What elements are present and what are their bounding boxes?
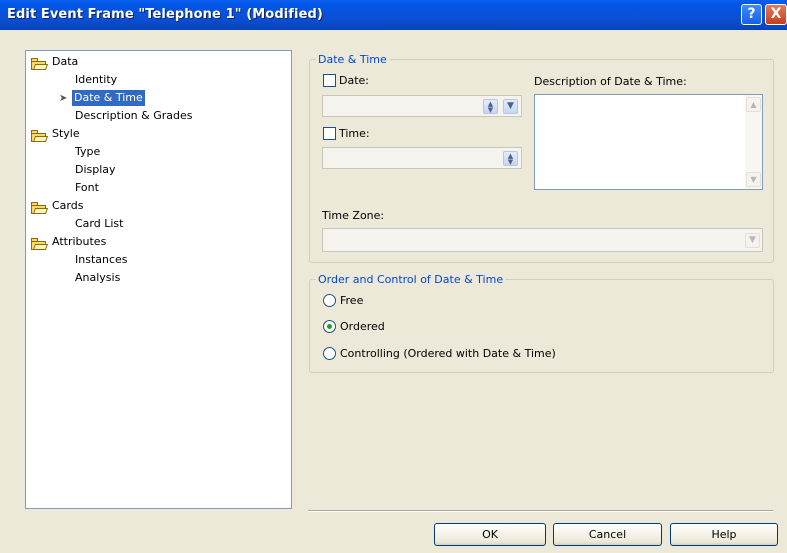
tree-item-display[interactable]: Display <box>75 162 116 178</box>
help-title-button[interactable]: ? <box>741 4 762 25</box>
date-field[interactable]: ▲ ▼ ▼ <box>322 95 522 117</box>
cancel-button[interactable]: Cancel <box>553 523 662 546</box>
time-spinner[interactable]: ▲ ▼ <box>503 151 518 166</box>
spin-arrows-icon: ▲ ▼ <box>507 152 514 166</box>
date-checkbox[interactable] <box>323 74 336 87</box>
folder-icon <box>31 58 49 70</box>
radio-controlling[interactable] <box>323 347 336 360</box>
button-separator <box>308 510 773 512</box>
folder-icon <box>31 238 49 250</box>
order-control-legend: Order and Control of Date & Time <box>316 273 506 286</box>
tree-item-identity[interactable]: Identity <box>75 72 117 88</box>
radio-free-label: Free <box>340 294 364 307</box>
title-bar: Edit Event Frame "Telephone 1" (Modified… <box>0 0 787 30</box>
description-textarea[interactable]: ▲ ▼ <box>534 94 763 190</box>
tree-item-date-time[interactable]: Date & Time <box>72 90 145 106</box>
spin-arrows-icon: ▲ ▼ <box>487 100 494 114</box>
time-label: Time: <box>339 127 370 140</box>
folder-icon <box>31 130 49 142</box>
description-label: Description of Date & Time: <box>534 75 687 88</box>
tree-item-analysis[interactable]: Analysis <box>75 270 120 286</box>
date-spinner[interactable]: ▲ ▼ <box>483 99 498 114</box>
date-label: Date: <box>339 74 369 87</box>
close-icon: X <box>770 6 782 22</box>
tree-item-instances[interactable]: Instances <box>75 252 128 268</box>
time-checkbox[interactable] <box>323 127 336 140</box>
tree-item-attributes[interactable]: Attributes <box>52 234 106 250</box>
selected-arrow-icon: ➤ <box>59 93 68 104</box>
question-icon: ? <box>747 6 756 22</box>
chevron-down-icon: ▼ <box>507 101 514 111</box>
description-scrollbar[interactable]: ▲ ▼ <box>745 95 762 189</box>
scroll-down-icon[interactable]: ▼ <box>746 172 761 187</box>
time-field[interactable]: ▲ ▼ <box>322 147 522 169</box>
timezone-label: Time Zone: <box>322 209 385 222</box>
tree-item-style[interactable]: Style <box>52 126 80 142</box>
ok-button[interactable]: OK <box>434 523 546 546</box>
radio-ordered[interactable] <box>323 320 336 333</box>
tree-item-type[interactable]: Type <box>75 144 100 160</box>
timezone-dropdown-button[interactable]: ▼ <box>745 233 760 248</box>
tree-item-description-grades[interactable]: Description & Grades <box>75 108 193 124</box>
window-title: Edit Event Frame "Telephone 1" (Modified… <box>7 7 323 22</box>
radio-controlling-label: Controlling (Ordered with Date & Time) <box>340 347 556 360</box>
timezone-select[interactable]: ▼ <box>322 228 763 252</box>
date-dropdown-button[interactable]: ▼ <box>503 99 518 114</box>
tree-item-data[interactable]: Data <box>52 54 78 70</box>
chevron-down-icon: ▼ <box>749 235 756 245</box>
scroll-up-icon[interactable]: ▲ <box>746 97 761 112</box>
date-time-legend: Date & Time <box>316 53 389 66</box>
radio-ordered-label: Ordered <box>340 320 385 333</box>
close-button[interactable]: X <box>765 4 787 25</box>
folder-icon <box>31 202 49 214</box>
navigation-tree[interactable]: Data Identity ➤ Date & Time Description … <box>25 50 292 509</box>
radio-selected-dot <box>327 324 332 329</box>
tree-item-card-list[interactable]: Card List <box>75 216 123 232</box>
help-button[interactable]: Help <box>670 523 778 546</box>
tree-item-cards[interactable]: Cards <box>52 198 83 214</box>
radio-free[interactable] <box>323 294 336 307</box>
tree-item-font[interactable]: Font <box>75 180 99 196</box>
